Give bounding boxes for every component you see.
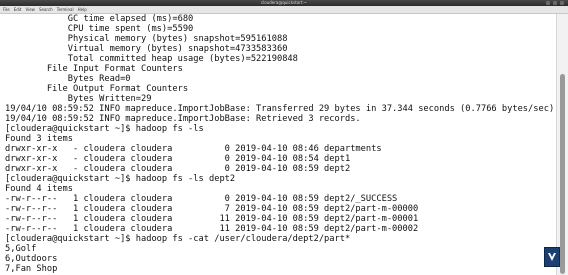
terminal-line: Virtual memory (bytes) snapshot=47335833…	[5, 44, 288, 54]
close-icon[interactable]	[560, 1, 564, 5]
terminal-line: File Output Format Counters	[5, 84, 189, 94]
terminal-line: Bytes Read=0	[5, 74, 131, 84]
terminal-line: -rw-r--r-- 1 cloudera cloudera 7 2019-04…	[5, 204, 419, 214]
terminal-line: Found 3 items	[5, 134, 73, 144]
terminal-line: drwxr-xr-x - cloudera cloudera 0 2019-04…	[5, 154, 351, 164]
terminal-line: Physical memory (bytes) snapshot=5951610…	[5, 34, 288, 44]
terminal-line: CPU time spent (ms)=5590	[5, 24, 194, 34]
terminal-window: cloudera@quickstart:~ File Edit View Sea…	[0, 0, 568, 275]
terminal-line: -rw-r--r-- 1 cloudera cloudera 11 2019-0…	[5, 214, 419, 224]
terminal-line: [cloudera@quickstart ~]$ hadoop fs -ls	[5, 124, 204, 134]
terminal-line: 19/04/10 08:59:52 INFO mapreduce.ImportJ…	[5, 104, 555, 114]
maximize-icon[interactable]	[553, 1, 557, 5]
vm-logo-icon	[544, 247, 560, 267]
scrollbar-thumb[interactable]	[560, 74, 565, 274]
menu-edit[interactable]: Edit	[14, 6, 22, 14]
terminal-line: File Input Format Counters	[5, 64, 183, 74]
window-controls	[546, 1, 564, 5]
terminal-line: GC time elapsed (ms)=680	[5, 14, 194, 24]
logo-mark-icon	[548, 253, 556, 261]
terminal-line: [cloudera@quickstart ~]$ hadoop fs -cat …	[5, 234, 351, 244]
menu-view[interactable]: View	[25, 6, 35, 14]
terminal-line: 19/04/10 08:59:52 INFO mapreduce.ImportJ…	[5, 114, 361, 124]
terminal-output[interactable]: GC time elapsed (ms)=680 CPU time spent …	[0, 14, 556, 275]
terminal-line: drwxr-xr-x - cloudera cloudera 0 2019-04…	[5, 164, 351, 174]
terminal-line: [cloudera@quickstart ~]$ hadoop fs -ls d…	[5, 174, 236, 184]
menu-search[interactable]: Search	[39, 6, 53, 14]
terminal-line: -rw-r--r-- 1 cloudera cloudera 11 2019-0…	[5, 224, 419, 234]
terminal-line: 5,Golf	[5, 244, 37, 254]
menu-terminal[interactable]: Terminal	[57, 6, 74, 14]
menu-bar: File Edit View Search Terminal Help	[0, 6, 568, 14]
terminal-line: Bytes Written=29	[5, 94, 152, 104]
menu-help[interactable]: Help	[78, 6, 87, 14]
terminal-line: Total committed heap usage (bytes)=52219…	[5, 54, 298, 64]
terminal-line: Found 4 items	[5, 184, 73, 194]
terminal-line: drwxr-xr-x - cloudera cloudera 0 2019-04…	[5, 144, 382, 154]
terminal-line: 6,Outdoors	[5, 254, 58, 264]
menu-file[interactable]: File	[3, 6, 10, 14]
terminal-line: 7,Fan Shop	[5, 264, 58, 274]
vertical-scrollbar[interactable]	[556, 14, 568, 275]
minimize-icon[interactable]	[546, 1, 550, 5]
terminal-line: -rw-r--r-- 1 cloudera cloudera 0 2019-04…	[5, 194, 398, 204]
